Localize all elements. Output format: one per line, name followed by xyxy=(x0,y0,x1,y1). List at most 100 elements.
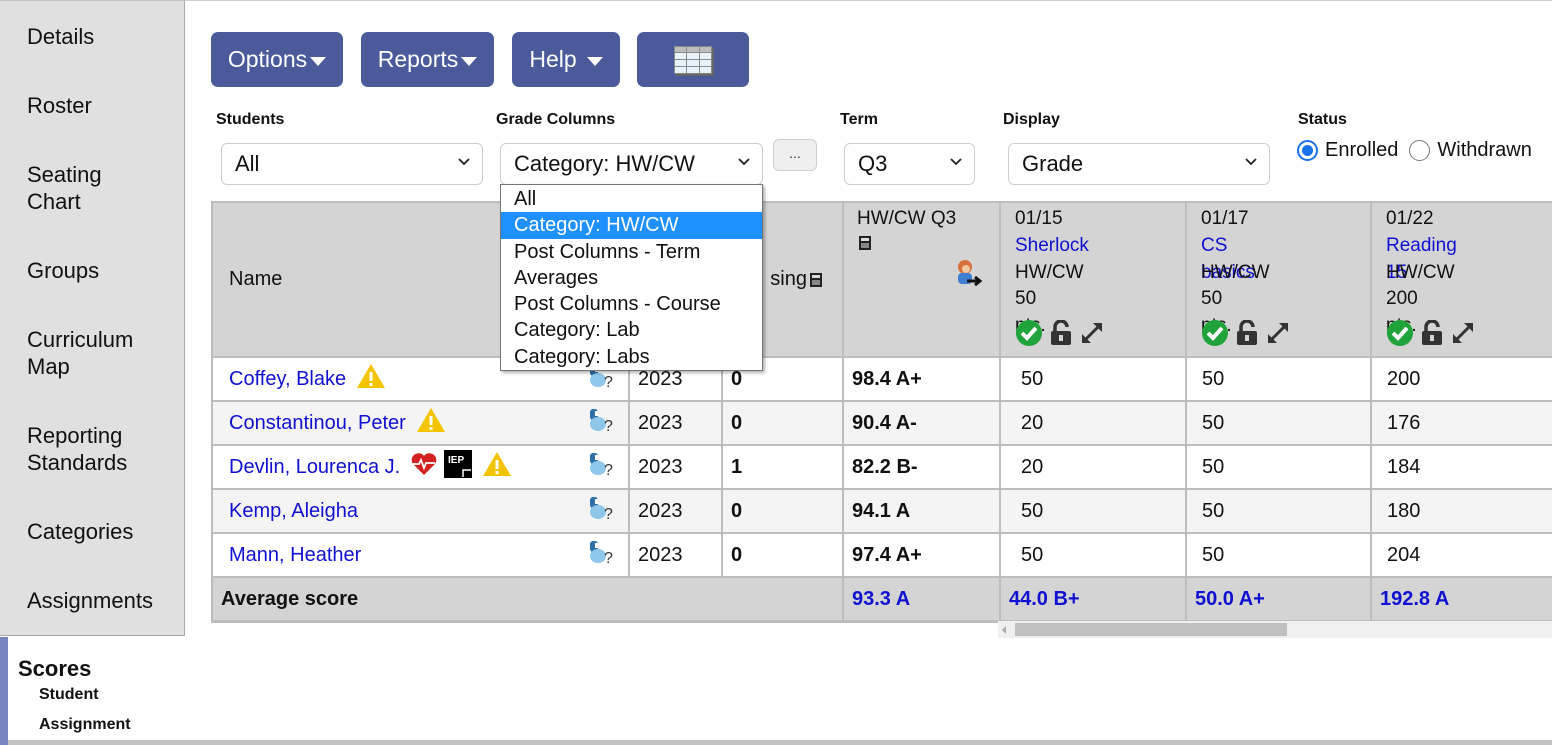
table-row-term-grade-cell: 98.4 A+ xyxy=(844,358,1001,402)
expand-icon[interactable] xyxy=(1079,320,1105,346)
dropdown-option[interactable]: Averages xyxy=(501,265,762,291)
parent-contact-icon[interactable]: ? xyxy=(588,539,616,567)
scrollbar-thumb[interactable] xyxy=(1015,623,1287,636)
dropdown-option[interactable]: Post Columns - Course xyxy=(501,291,762,317)
dropdown-option[interactable]: Category: HW/CW xyxy=(501,212,762,239)
grade-columns-more-button[interactable]: ... xyxy=(773,139,817,171)
status-label: Status xyxy=(1298,111,1347,128)
grade-columns-select[interactable]: Category: HW/CW xyxy=(500,143,763,185)
unlock-icon[interactable] xyxy=(1049,320,1073,346)
sidebar-item-roster[interactable]: Roster xyxy=(27,92,177,119)
display-label: Display xyxy=(1003,111,1060,128)
student-name-link[interactable]: Kemp, Aleigha xyxy=(229,500,358,523)
table-row-score-cell[interactable]: 204 xyxy=(1372,534,1552,578)
sidebar-item-groups[interactable]: Groups xyxy=(27,257,177,284)
table-row-score-cell[interactable]: 20 xyxy=(1001,446,1187,490)
grade-columns-dropdown-list: All Category: HW/CW Post Columns - Term Ave… xyxy=(500,184,763,371)
score-value: 180 xyxy=(1387,499,1421,522)
sidebar-item-curriculum-map[interactable]: Curriculum Map xyxy=(27,326,142,380)
table-row-score-cell[interactable]: 180 xyxy=(1372,490,1552,534)
header-name-label: Name xyxy=(229,268,283,290)
check-circle-icon[interactable] xyxy=(1015,319,1043,347)
table-row-score-cell[interactable]: 184 xyxy=(1372,446,1552,490)
table-row-score-cell[interactable]: 50 xyxy=(1001,490,1187,534)
table-row-score-cell[interactable]: 200 xyxy=(1372,358,1552,402)
term-grade: 98.4 A+ xyxy=(852,367,922,390)
table-row-score-cell[interactable]: 20 xyxy=(1001,402,1187,446)
table-row-score-cell[interactable]: 176 xyxy=(1372,402,1552,446)
header-assignment-3[interactable]: 01/22 Reading 15 HW/CW 200 pts. xyxy=(1372,203,1552,358)
health-alert-icon[interactable] xyxy=(410,452,438,476)
table-row-score-cell[interactable]: 50 xyxy=(1001,534,1187,578)
reports-button[interactable]: Reports xyxy=(361,32,494,87)
check-circle-icon[interactable] xyxy=(1386,319,1414,347)
parent-contact-icon[interactable]: ? xyxy=(588,451,616,479)
dropdown-option[interactable]: All xyxy=(501,186,762,212)
sidebar-item-details[interactable]: Details xyxy=(27,23,177,50)
term-grade: 90.4 A- xyxy=(852,411,917,434)
header-assignment-1[interactable]: 01/15 Sherlock HW/CW 50 pts. xyxy=(1001,203,1187,358)
table-row-name-cell: Constantinou, Peter? xyxy=(213,402,630,446)
sidebar: Details Roster Seating Chart Groups Curr… xyxy=(0,0,185,636)
header-assignment-2[interactable]: 01/17 CS basics HW/CW 50 pts. xyxy=(1187,203,1372,358)
sidebar-item-categories[interactable]: Categories xyxy=(27,518,177,545)
help-button[interactable]: Help xyxy=(512,32,620,87)
bottom-scrollbar[interactable] xyxy=(8,740,1552,745)
assignment-title-link[interactable]: Sherlock xyxy=(1015,232,1089,259)
student-name-link[interactable]: Coffey, Blake xyxy=(229,368,346,391)
grad-year: 2023 xyxy=(638,411,683,434)
calculator-icon xyxy=(810,272,822,287)
expand-icon[interactable] xyxy=(1265,320,1291,346)
table-row-score-cell[interactable]: 50 xyxy=(1187,358,1372,402)
parent-contact-icon[interactable]: ? xyxy=(588,407,616,435)
table-row-score-cell[interactable]: 50 xyxy=(1187,490,1372,534)
caret-down-icon xyxy=(586,57,603,66)
post-grades-icon[interactable] xyxy=(955,258,985,288)
average-score-value: 50.0 A+ xyxy=(1195,587,1265,610)
score-value: 50 xyxy=(1021,499,1044,522)
student-name-link[interactable]: Mann, Heather xyxy=(229,544,361,567)
enrolled-label[interactable]: Enrolled xyxy=(1325,139,1398,162)
sidebar-item-assignments[interactable]: Assignments xyxy=(27,587,177,614)
header-term-grade[interactable]: HW/CW Q3 xyxy=(844,203,1001,358)
table-row-score-cell[interactable]: 50 xyxy=(1001,358,1187,402)
unlock-icon[interactable] xyxy=(1235,320,1259,346)
warning-icon[interactable] xyxy=(482,451,512,477)
student-name-link[interactable]: Devlin, Lourenca J. xyxy=(229,456,400,479)
sidebar-scores-assignment[interactable]: Assignment xyxy=(39,716,131,734)
withdrawn-radio[interactable] xyxy=(1409,140,1431,161)
parent-contact-icon[interactable]: ? xyxy=(588,495,616,523)
calculator-icon xyxy=(859,236,871,250)
sidebar-item-reporting-standards[interactable]: Reporting Standards xyxy=(27,422,142,476)
table-row-score-cell[interactable]: 50 xyxy=(1187,446,1372,490)
student-name-link[interactable]: Constantinou, Peter xyxy=(229,412,406,435)
dropdown-option[interactable]: Post Columns - Term xyxy=(501,239,762,265)
enrolled-radio[interactable] xyxy=(1297,140,1318,161)
sidebar-item-seating-chart[interactable]: Seating Chart xyxy=(27,161,137,215)
grad-year: 2023 xyxy=(638,455,683,478)
unlock-icon[interactable] xyxy=(1420,320,1444,346)
warning-icon[interactable] xyxy=(356,363,386,389)
term-select[interactable]: Q3 xyxy=(844,143,975,185)
options-button[interactable]: Options xyxy=(211,32,343,87)
sidebar-scores-student[interactable]: Student xyxy=(39,686,99,704)
table-horizontal-scrollbar[interactable] xyxy=(998,621,1552,638)
table-row-score-cell[interactable]: 50 xyxy=(1187,402,1372,446)
sidebar-scores-title[interactable]: Scores xyxy=(18,656,91,682)
average-score-value: 44.0 B+ xyxy=(1009,587,1080,610)
table-row-missing-cell: 0 xyxy=(723,402,844,446)
spreadsheet-view-button[interactable] xyxy=(637,32,749,87)
iep-icon[interactable]: IEP xyxy=(444,450,473,478)
students-select[interactable]: All xyxy=(221,143,483,185)
table-row-score-cell[interactable]: 50 xyxy=(1187,534,1372,578)
expand-icon[interactable] xyxy=(1450,320,1476,346)
check-circle-icon[interactable] xyxy=(1201,319,1229,347)
display-select[interactable]: Grade xyxy=(1008,143,1270,185)
grades-table: Name sing HW/CW Q3 01/15 Sherlock HW/CW … xyxy=(211,201,1552,623)
scroll-left-icon[interactable] xyxy=(1002,626,1006,634)
table-row-year-cell: 2023 xyxy=(630,402,723,446)
withdrawn-label[interactable]: Withdrawn xyxy=(1437,139,1531,162)
warning-icon[interactable] xyxy=(416,407,446,433)
dropdown-option[interactable]: Category: Labs xyxy=(501,344,762,370)
dropdown-option[interactable]: Category: Lab xyxy=(501,317,762,343)
